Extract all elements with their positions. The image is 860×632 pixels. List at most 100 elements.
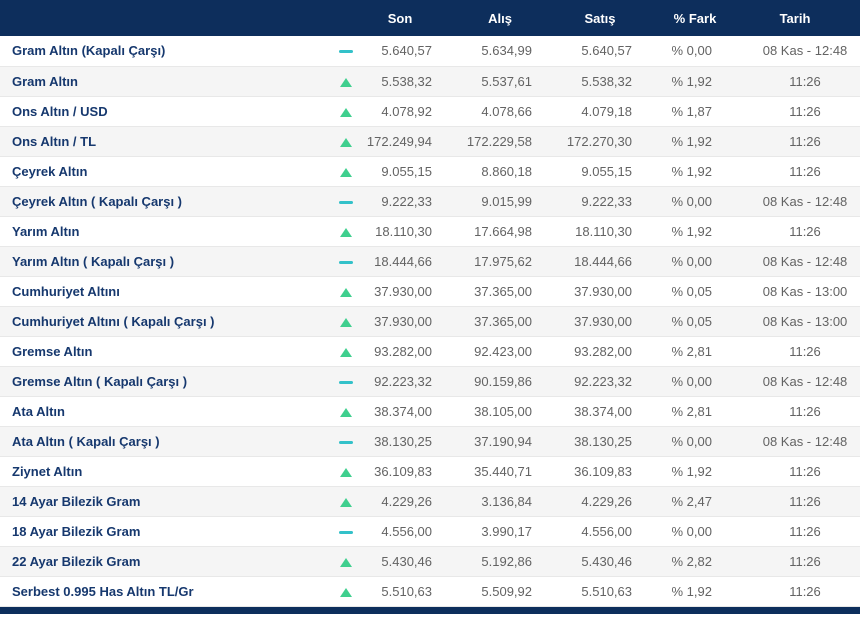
table-header-row: Son Alış Satış % Fark Tarih bbox=[0, 0, 860, 36]
instrument-name[interactable]: Yarım Altın bbox=[0, 216, 332, 246]
header-fark: % Fark bbox=[660, 0, 750, 36]
trend-cell bbox=[332, 216, 360, 246]
sell-price: 37.930,00 bbox=[560, 276, 660, 306]
table-row: Ons Altın / TL172.249,94172.229,58172.27… bbox=[0, 126, 860, 156]
instrument-name[interactable]: 18 Ayar Bilezik Gram bbox=[0, 516, 332, 546]
last-price: 5.538,32 bbox=[360, 66, 460, 96]
change-percent: % 1,92 bbox=[660, 126, 750, 156]
change-percent: % 0,00 bbox=[660, 246, 750, 276]
trend-cell bbox=[332, 246, 360, 276]
trend-cell bbox=[332, 156, 360, 186]
change-percent: % 0,05 bbox=[660, 276, 750, 306]
trend-up-icon bbox=[340, 288, 352, 297]
instrument-name[interactable]: Gram Altın (Kapalı Çarşı) bbox=[0, 36, 332, 66]
last-price: 18.110,30 bbox=[360, 216, 460, 246]
last-price: 4.078,92 bbox=[360, 96, 460, 126]
trend-cell bbox=[332, 576, 360, 606]
sell-price: 38.374,00 bbox=[560, 396, 660, 426]
buy-price: 38.105,00 bbox=[460, 396, 560, 426]
table-row: Yarım Altın ( Kapalı Çarşı )18.444,6617.… bbox=[0, 246, 860, 276]
instrument-name[interactable]: Çeyrek Altın bbox=[0, 156, 332, 186]
buy-price: 8.860,18 bbox=[460, 156, 560, 186]
instrument-name[interactable]: Ata Altın bbox=[0, 396, 332, 426]
last-price: 4.556,00 bbox=[360, 516, 460, 546]
change-percent: % 2,82 bbox=[660, 546, 750, 576]
instrument-name[interactable]: Ata Altın ( Kapalı Çarşı ) bbox=[0, 426, 332, 456]
sell-price: 9.055,15 bbox=[560, 156, 660, 186]
trend-flat-icon bbox=[339, 531, 353, 534]
sell-price: 18.444,66 bbox=[560, 246, 660, 276]
buy-price: 9.015,99 bbox=[460, 186, 560, 216]
change-percent: % 1,87 bbox=[660, 96, 750, 126]
buy-price: 5.509,92 bbox=[460, 576, 560, 606]
buy-price: 3.136,84 bbox=[460, 486, 560, 516]
sell-price: 5.538,32 bbox=[560, 66, 660, 96]
instrument-name[interactable]: 14 Ayar Bilezik Gram bbox=[0, 486, 332, 516]
trend-cell bbox=[332, 276, 360, 306]
trend-up-icon bbox=[340, 588, 352, 597]
gold-prices-table: Son Alış Satış % Fark Tarih Gram Altın (… bbox=[0, 0, 860, 607]
update-time: 08 Kas - 12:48 bbox=[750, 366, 860, 396]
buy-price: 35.440,71 bbox=[460, 456, 560, 486]
table-row: Gram Altın5.538,325.537,615.538,32% 1,92… bbox=[0, 66, 860, 96]
trend-cell bbox=[332, 126, 360, 156]
instrument-name[interactable]: Gremse Altın bbox=[0, 336, 332, 366]
sell-price: 36.109,83 bbox=[560, 456, 660, 486]
trend-up-icon bbox=[340, 78, 352, 87]
header-instrument bbox=[0, 0, 332, 36]
instrument-name[interactable]: Ons Altın / TL bbox=[0, 126, 332, 156]
buy-price: 4.078,66 bbox=[460, 96, 560, 126]
table-row: Cumhuriyet Altını ( Kapalı Çarşı )37.930… bbox=[0, 306, 860, 336]
update-time: 08 Kas - 13:00 bbox=[750, 276, 860, 306]
trend-cell bbox=[332, 426, 360, 456]
change-percent: % 1,92 bbox=[660, 156, 750, 186]
instrument-name[interactable]: Ziynet Altın bbox=[0, 456, 332, 486]
last-price: 92.223,32 bbox=[360, 366, 460, 396]
instrument-name[interactable]: Gram Altın bbox=[0, 66, 332, 96]
sell-price: 4.229,26 bbox=[560, 486, 660, 516]
buy-price: 172.229,58 bbox=[460, 126, 560, 156]
change-percent: % 1,92 bbox=[660, 456, 750, 486]
trend-flat-icon bbox=[339, 441, 353, 444]
sell-price: 5.510,63 bbox=[560, 576, 660, 606]
change-percent: % 2,81 bbox=[660, 336, 750, 366]
sell-price: 5.430,46 bbox=[560, 546, 660, 576]
buy-price: 17.664,98 bbox=[460, 216, 560, 246]
trend-up-icon bbox=[340, 498, 352, 507]
last-price: 37.930,00 bbox=[360, 276, 460, 306]
instrument-name[interactable]: 22 Ayar Bilezik Gram bbox=[0, 546, 332, 576]
instrument-name[interactable]: Ons Altın / USD bbox=[0, 96, 332, 126]
instrument-name[interactable]: Serbest 0.995 Has Altın TL/Gr bbox=[0, 576, 332, 606]
table-row: Ata Altın ( Kapalı Çarşı )38.130,2537.19… bbox=[0, 426, 860, 456]
update-time: 11:26 bbox=[750, 576, 860, 606]
last-price: 18.444,66 bbox=[360, 246, 460, 276]
change-percent: % 0,00 bbox=[660, 366, 750, 396]
sell-price: 9.222,33 bbox=[560, 186, 660, 216]
update-time: 11:26 bbox=[750, 336, 860, 366]
trend-cell bbox=[332, 66, 360, 96]
sell-price: 18.110,30 bbox=[560, 216, 660, 246]
update-time: 11:26 bbox=[750, 216, 860, 246]
update-time: 11:26 bbox=[750, 396, 860, 426]
trend-flat-icon bbox=[339, 261, 353, 264]
sell-price: 93.282,00 bbox=[560, 336, 660, 366]
trend-cell bbox=[332, 96, 360, 126]
trend-cell bbox=[332, 306, 360, 336]
buy-price: 5.192,86 bbox=[460, 546, 560, 576]
update-time: 11:26 bbox=[750, 486, 860, 516]
trend-up-icon bbox=[340, 108, 352, 117]
instrument-name[interactable]: Çeyrek Altın ( Kapalı Çarşı ) bbox=[0, 186, 332, 216]
sell-price: 4.079,18 bbox=[560, 96, 660, 126]
trend-flat-icon bbox=[339, 50, 353, 53]
table-row: Çeyrek Altın ( Kapalı Çarşı ) 9.222,339.0… bbox=[0, 186, 860, 216]
update-time: 08 Kas - 12:48 bbox=[750, 246, 860, 276]
buy-price: 5.537,61 bbox=[460, 66, 560, 96]
instrument-name[interactable]: Gremse Altın ( Kapalı Çarşı ) bbox=[0, 366, 332, 396]
trend-up-icon bbox=[340, 408, 352, 417]
last-price: 4.229,26 bbox=[360, 486, 460, 516]
trend-cell bbox=[332, 516, 360, 546]
instrument-name[interactable]: Cumhuriyet Altını bbox=[0, 276, 332, 306]
instrument-name[interactable]: Yarım Altın ( Kapalı Çarşı ) bbox=[0, 246, 332, 276]
instrument-name[interactable]: Cumhuriyet Altını ( Kapalı Çarşı ) bbox=[0, 306, 332, 336]
trend-flat-icon bbox=[339, 381, 353, 384]
